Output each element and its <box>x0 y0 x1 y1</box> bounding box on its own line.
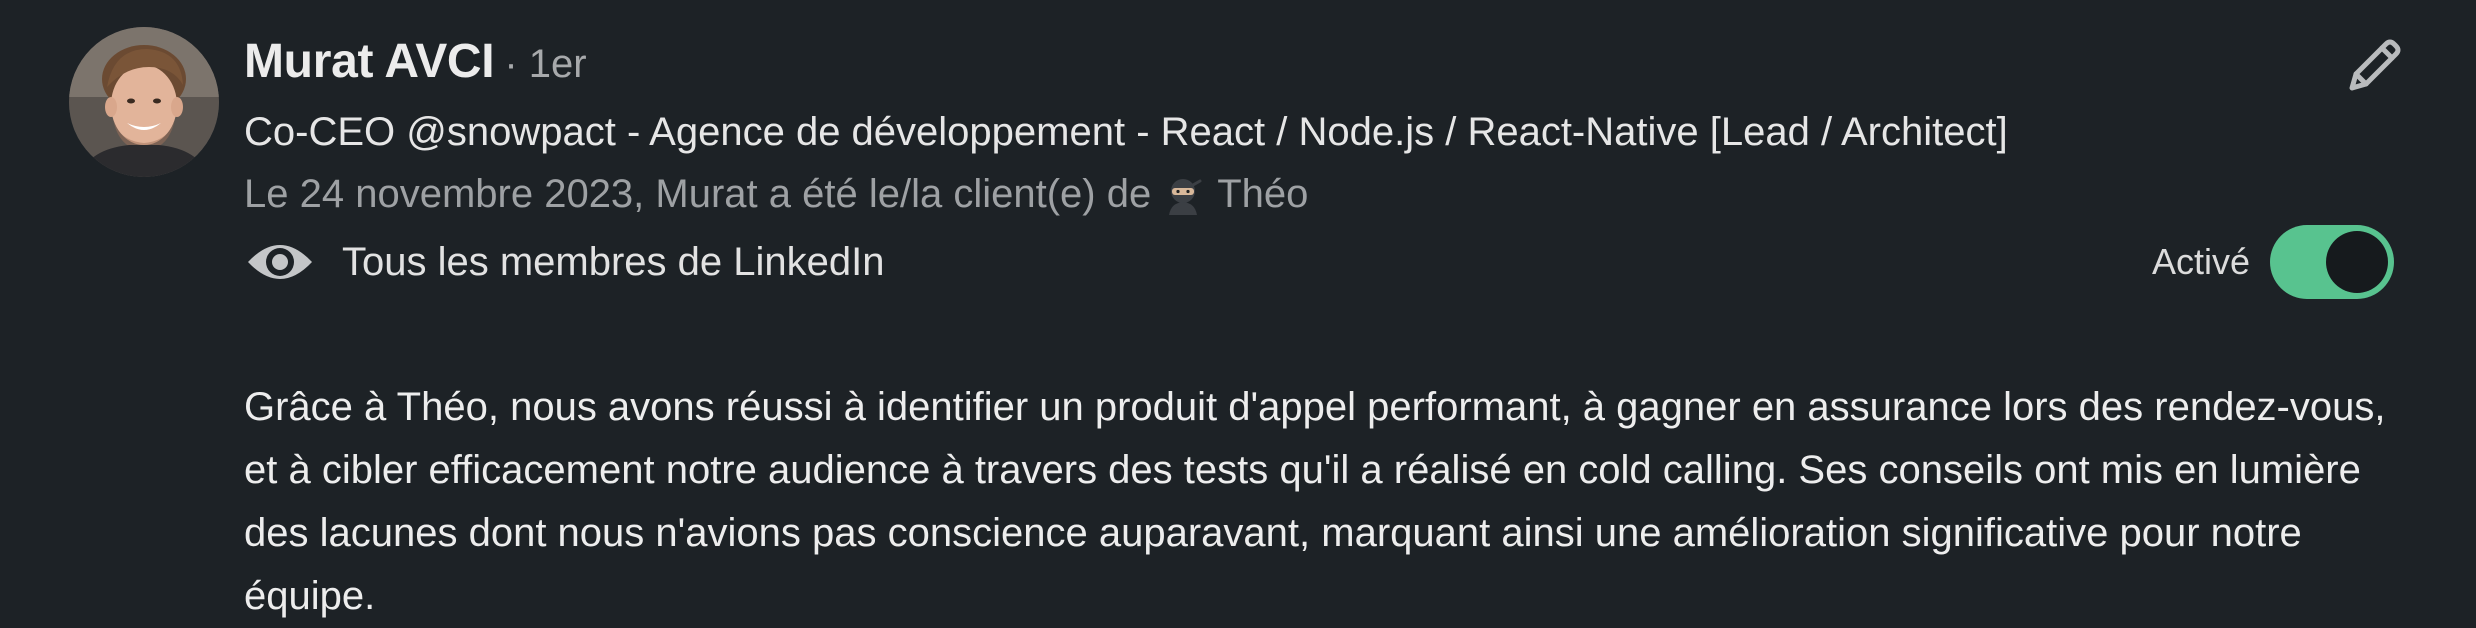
toggle-label: Activé <box>2152 241 2251 282</box>
visibility-toggle-group: Activé <box>2152 222 2395 302</box>
avatar[interactable] <box>69 27 219 177</box>
recommendation-card: Murat AVCI · 1er Co-CEO @snowpact - Agen… <box>0 0 2476 618</box>
avatar-photo <box>69 27 219 177</box>
relationship-text: Le 24 novembre 2023, Murat a été le/la c… <box>244 172 1152 216</box>
visibility-setting: Tous les membres de LinkedIn <box>244 232 885 292</box>
visibility-toggle[interactable] <box>2270 225 2395 299</box>
relationship-line: Le 24 novembre 2023, Murat a été le/la c… <box>244 166 1308 222</box>
ninja-emoji-icon <box>1163 174 1203 215</box>
eye-icon <box>248 245 312 279</box>
connection-degree: · 1er <box>504 42 587 86</box>
recipient-name[interactable]: Théo <box>1217 166 1308 222</box>
visibility-label: Tous les membres de LinkedIn <box>342 239 885 284</box>
toggle-knob <box>2326 231 2389 293</box>
pencil-icon <box>2349 39 2401 91</box>
recommendation-text: Grâce à Théo, nous avons réussi à identi… <box>244 385 2386 618</box>
author-line: Murat AVCI · 1er <box>244 34 587 94</box>
author-name[interactable]: Murat AVCI <box>244 34 495 89</box>
author-headline: Co-CEO @snowpact - Agence de développeme… <box>244 110 2008 154</box>
edit-button[interactable] <box>2338 30 2408 100</box>
